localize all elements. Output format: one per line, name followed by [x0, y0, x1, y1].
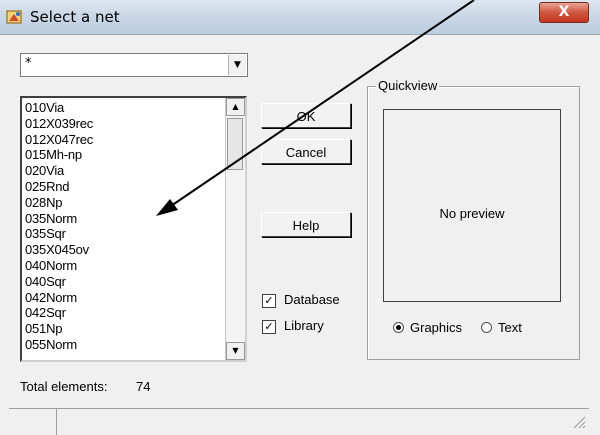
net-list-item[interactable]: 012X047rec [25, 132, 227, 148]
chevron-down-icon: ▼ [234, 60, 241, 70]
net-list-item[interactable]: 055Norm [25, 337, 227, 353]
net-list-item[interactable]: 025Rnd [25, 179, 227, 195]
preview-text: No preview [439, 206, 505, 221]
combo-dropdown-button[interactable]: ▼ [228, 55, 246, 75]
help-button[interactable]: Help [261, 212, 351, 237]
net-list-item[interactable]: 040Sqr [25, 274, 227, 290]
scroll-up-button[interactable]: ▲ [226, 98, 245, 116]
close-button[interactable]: X [539, 2, 589, 23]
cancel-button[interactable]: Cancel [261, 139, 351, 164]
checkbox-checked-icon[interactable]: ✓ [262, 320, 276, 334]
net-list-item[interactable]: 028Np [25, 195, 227, 211]
text-radio[interactable]: Text [481, 320, 551, 338]
arrow-up-icon: ▲ [232, 102, 239, 111]
preview-pane: No preview [383, 109, 561, 302]
net-list-item[interactable]: 012X039rec [25, 116, 227, 132]
net-list-item[interactable]: 035X045ov [25, 242, 227, 258]
net-list-item[interactable]: 035Sqr [25, 226, 227, 242]
checkbox-checked-icon[interactable]: ✓ [262, 294, 276, 308]
app-icon [6, 10, 22, 24]
filter-value: * [25, 56, 32, 71]
status-bar [9, 408, 589, 435]
resize-grip-icon[interactable] [570, 413, 586, 429]
text-label: Text [498, 320, 522, 335]
close-icon: X [558, 4, 570, 20]
net-list-item[interactable]: 035Norm [25, 211, 227, 227]
title-bar[interactable]: Select a net X [0, 0, 600, 35]
radio-unselected-icon[interactable] [481, 322, 492, 333]
graphics-radio[interactable]: Graphics [393, 320, 483, 338]
net-list-item[interactable]: 040Norm [25, 258, 227, 274]
arrow-down-icon: ▼ [232, 346, 239, 355]
status-divider [56, 409, 57, 435]
net-list-item[interactable]: 015Mh-np [25, 147, 227, 163]
database-label: Database [284, 292, 340, 307]
list-scrollbar[interactable]: ▲ ▼ [225, 98, 245, 360]
graphics-label: Graphics [410, 320, 463, 335]
net-list-item[interactable]: 020Via [25, 163, 227, 179]
scroll-thumb[interactable] [227, 118, 243, 170]
ok-button[interactable]: OK [261, 103, 351, 128]
net-list-item[interactable]: 051Np [25, 321, 227, 337]
net-list[interactable]: 010Via 012X039rec 012X047rec 015Mh-np 020Via… [20, 96, 247, 362]
filter-combobox[interactable]: * ▼ [20, 53, 248, 77]
net-list-item[interactable]: 010Via [25, 100, 227, 116]
total-elements-value: 74 [136, 379, 151, 394]
library-label: Library [284, 318, 324, 333]
library-checkbox[interactable]: ✓ Library [262, 318, 382, 336]
net-list-items: 010Via 012X039rec 012X047rec 015Mh-np 020Via… [25, 100, 227, 353]
total-elements-label: Total elements: [20, 379, 108, 394]
quickview-title: Quickview [376, 78, 440, 93]
radio-selected-icon[interactable] [393, 322, 404, 333]
window-title: Select a net [30, 8, 120, 26]
net-list-item[interactable]: 042Norm [25, 290, 227, 306]
select-net-dialog: Select a net X * ▼ 010Via 012X039rec 012X0… [0, 0, 600, 435]
net-list-item[interactable]: 042Sqr [25, 305, 227, 321]
database-checkbox[interactable]: ✓ Database [262, 292, 382, 310]
scroll-down-button[interactable]: ▼ [226, 342, 245, 360]
